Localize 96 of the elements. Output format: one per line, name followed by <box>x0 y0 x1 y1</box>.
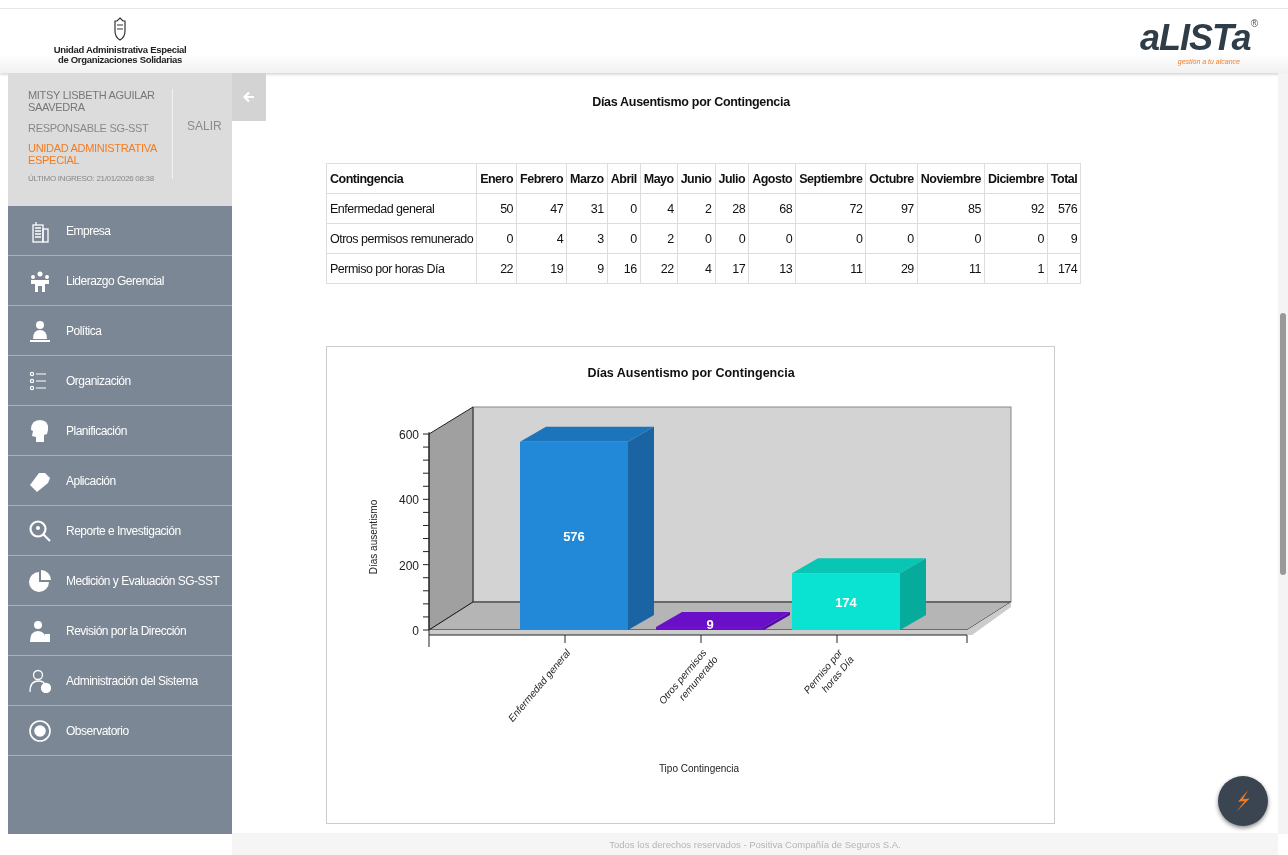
sidebar-item[interactable]: Medición y Evaluación SG-SST <box>8 556 232 606</box>
table-cell: 174 <box>1047 253 1081 284</box>
table-cell: 4 <box>677 253 715 284</box>
column-header: Marzo <box>566 163 608 194</box>
x-axis-title: Tipo Contingencia <box>658 763 740 774</box>
column-header: Mayo <box>640 163 678 194</box>
last-login: ÚLTIMO INGRESO: 21/01/2026 08:38 <box>28 174 155 183</box>
column-header: Octubre <box>865 163 918 194</box>
column-header: Enero <box>476 163 517 194</box>
table-cell: 1 <box>984 253 1048 284</box>
table-cell: 3 <box>566 223 608 254</box>
sidebar-item[interactable]: Revisión por la Dirección <box>8 606 232 656</box>
table-cell: 19 <box>516 253 567 284</box>
logo-wordmark: aLISTa <box>1139 17 1251 58</box>
table-cell: 0 <box>917 223 985 254</box>
sidebar-item[interactable]: Política <box>8 306 232 356</box>
bar-value-label: 9 <box>706 617 714 632</box>
page-title: Días Ausentismo por Contingencia <box>591 95 792 109</box>
column-header: Diciembre <box>984 163 1048 194</box>
organization-name: Unidad Administrativa Especial <box>53 45 187 55</box>
registered-mark: ® <box>1250 17 1258 29</box>
table-cell: 13 <box>748 253 796 284</box>
sidebar-item[interactable]: Observatorio <box>8 706 232 756</box>
table-cell: 28 <box>715 193 749 224</box>
table-cell: 22 <box>640 253 678 284</box>
pie-chart-icon <box>28 568 52 593</box>
chart-title: Días Ausentismo por Contingencia <box>587 366 795 380</box>
table-cell: 50 <box>476 193 517 224</box>
table-cell: 11 <box>795 253 866 284</box>
table-cell: 576 <box>1047 193 1081 224</box>
table-cell: 92 <box>984 193 1048 224</box>
back-button[interactable] <box>232 73 266 121</box>
sidebar-item[interactable]: Aplicación <box>8 456 232 506</box>
column-header: Agosto <box>748 163 796 194</box>
sidebar-item[interactable]: Organización <box>8 356 232 406</box>
table-cell: 29 <box>865 253 918 284</box>
sidebar-item[interactable]: Reporte e Investigación <box>8 506 232 556</box>
sidebar-item[interactable]: Empresa <box>8 206 232 256</box>
y-tick-label: 600 <box>398 428 419 442</box>
table-cell: 31 <box>566 193 608 224</box>
table-cell: 0 <box>984 223 1048 254</box>
y-tick-label: 400 <box>398 493 419 508</box>
table-cell: 9 <box>566 253 608 284</box>
table-cell: 0 <box>476 223 517 254</box>
sidebar-item[interactable]: Administración del Sistema <box>8 656 232 706</box>
table-cell: 0 <box>677 223 715 254</box>
table-cell: 0 <box>795 223 866 254</box>
scrollbar[interactable] <box>1278 73 1288 834</box>
table-cell: 72 <box>795 193 866 224</box>
table-cell: 68 <box>748 193 796 224</box>
table-cell: 9 <box>1047 223 1081 254</box>
person-podium-icon <box>28 318 52 343</box>
column-header: Junio <box>677 163 715 194</box>
table-cell: 17 <box>715 253 749 284</box>
y-axis-title: Días ausentismo <box>368 499 379 575</box>
crest-icon <box>113 17 127 41</box>
table-cell: Permiso por horas Día <box>326 253 477 284</box>
column-header: Julio <box>715 163 749 194</box>
table-cell: 2 <box>677 193 715 224</box>
table-cell: 0 <box>607 193 641 224</box>
floating-action-button[interactable] <box>1218 776 1268 826</box>
table-cell: 11 <box>917 253 985 284</box>
search-person-icon <box>28 518 52 543</box>
logout-link[interactable]: SALIR <box>172 89 222 179</box>
table-cell: 4 <box>516 223 567 254</box>
table-cell: 22 <box>476 253 517 284</box>
sidebar-item[interactable]: Planificación <box>8 406 232 456</box>
column-header: Noviembre <box>917 163 985 194</box>
user-name: MITSY LISBETH AGUILAR SAAVEDRA <box>28 89 156 113</box>
table-cell: Enfermedad general <box>326 193 477 224</box>
organization-name: de Organizaciones Solidarias <box>57 55 183 65</box>
table-cell: 0 <box>865 223 918 254</box>
column-header: Contingencia <box>326 163 477 194</box>
table-cell: 85 <box>917 193 985 224</box>
user-role: RESPONSABLE SG-SST <box>28 122 150 134</box>
table-cell: 4 <box>640 193 678 224</box>
column-header: Febrero <box>516 163 567 194</box>
column-header: Abril <box>607 163 641 194</box>
table-cell: 16 <box>607 253 641 284</box>
table-cell: 0 <box>715 223 749 254</box>
table-cell: 97 <box>865 193 918 224</box>
table-cell: 47 <box>516 193 567 224</box>
table-cell: 2 <box>640 223 678 254</box>
table-cell: 0 <box>607 223 641 254</box>
bar-value-label: 174 <box>835 594 857 610</box>
table-cell: Otros permisos remunerado <box>326 223 477 254</box>
person-icon <box>28 618 52 643</box>
sidebar-item[interactable]: Liderazgo Gerencial <box>8 256 232 306</box>
table-cell: 0 <box>748 223 796 254</box>
bar-value-label: 576 <box>563 528 585 544</box>
y-tick-label: 200 <box>398 558 419 573</box>
column-header: Total <box>1047 163 1081 194</box>
arrow-left-icon <box>243 91 255 103</box>
y-tick-label: 0 <box>412 624 419 638</box>
user-entity: UNIDAD ADMINISTRATIVA ESPECIAL <box>28 142 158 166</box>
column-header: Septiembre <box>795 163 866 194</box>
